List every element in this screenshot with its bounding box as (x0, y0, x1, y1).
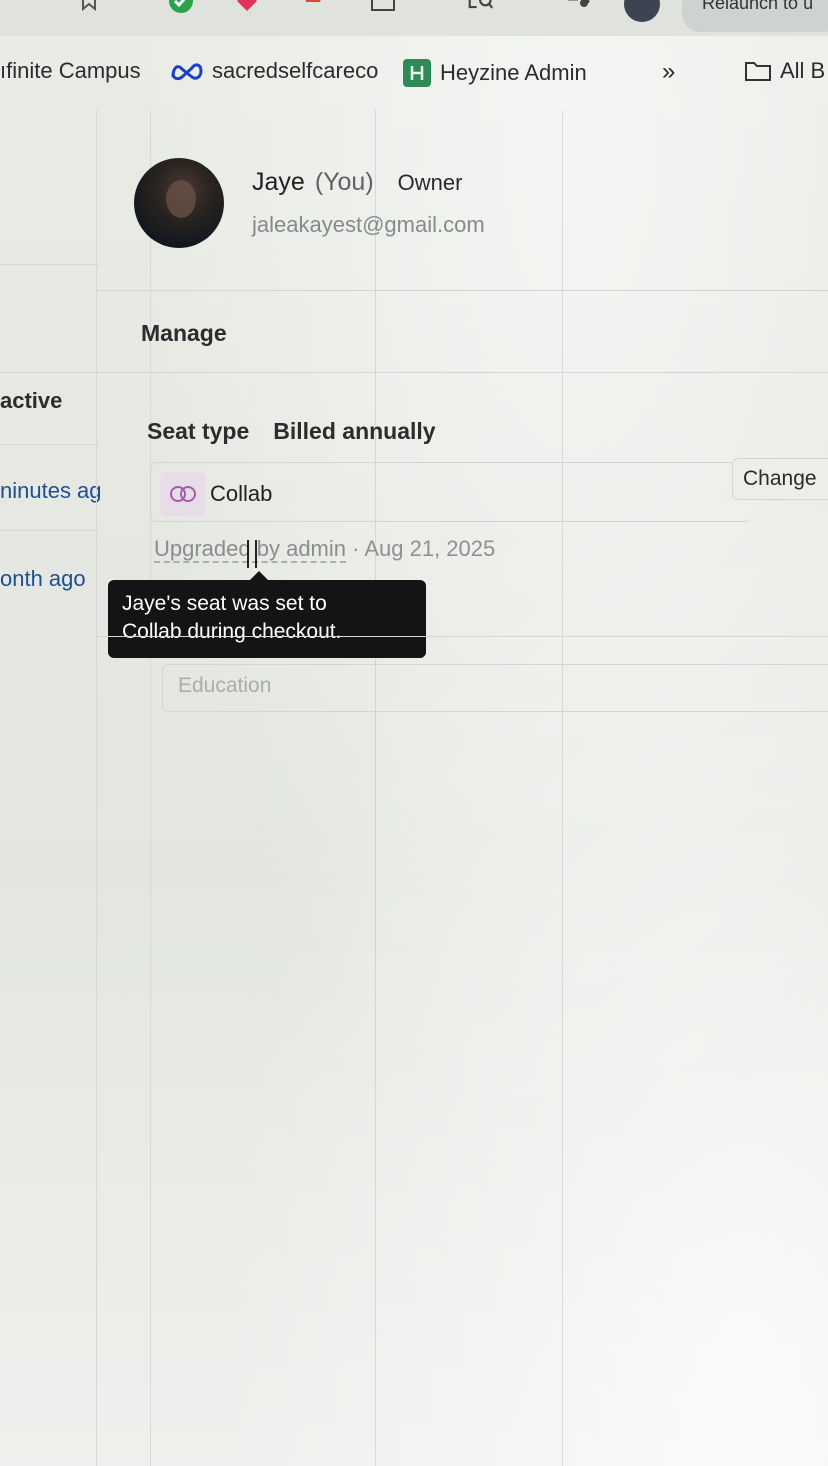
upgrade-history[interactable]: Upgraded by admin · Aug 21, 2025 (154, 536, 496, 563)
bookmarks-overflow-button[interactable]: » (662, 58, 675, 86)
meta-icon (170, 61, 204, 81)
upgrade-tooltip: Jaye's seat was set to Collab during che… (108, 571, 426, 658)
separator: · (346, 536, 365, 561)
change-seat-button[interactable]: Change (732, 458, 828, 500)
all-bookmarks-label: All B (780, 58, 826, 83)
relaunch-button[interactable]: Relaunch to u (682, 0, 828, 32)
text-cursor-icon (247, 540, 257, 568)
role-badge: Owner (397, 170, 463, 195)
bookmark-icon[interactable] (76, 0, 102, 14)
last-active-time: ninutes ag (0, 478, 102, 503)
window-icon[interactable] (370, 0, 396, 14)
row-divider (0, 530, 100, 531)
flag-icon[interactable] (302, 0, 328, 14)
section-divider (96, 636, 828, 637)
joined-time: onth ago (0, 566, 86, 591)
profile-avatar-icon[interactable] (624, 0, 660, 22)
media-icon[interactable] (566, 0, 592, 14)
bookmark-sacredselfcareco[interactable]: sacredselfcareco (170, 58, 378, 84)
overflow-label: » (662, 58, 676, 85)
section-divider (96, 290, 828, 291)
seat-type-row: Seat type Billed annually (147, 418, 436, 445)
member-email: jaleakayest@gmail.com (252, 212, 485, 237)
row-divider (0, 444, 100, 445)
member-name: Jaye (252, 168, 305, 196)
bookmarks-bar: ıfinite Campus sacredselfcareco Heyzine … (0, 44, 828, 100)
seat-name: Collab (210, 481, 273, 506)
lens-icon[interactable] (468, 0, 494, 14)
billing-cycle: Billed annually (273, 418, 436, 444)
bookmark-infinite-campus[interactable]: ıfinite Campus (0, 58, 141, 84)
seat-type-label: Seat type (147, 418, 250, 444)
bookmark-label: Heyzine Admin (440, 60, 587, 85)
relaunch-label: Relaunch to u (702, 0, 814, 13)
member-detail-panel (96, 110, 828, 1466)
all-bookmarks-button[interactable]: All B (744, 58, 825, 84)
tooltip-line-2: Collab during checkout. (122, 620, 342, 643)
section-divider (96, 372, 828, 373)
you-tag: (You) (314, 168, 374, 196)
tooltip-line-1: Jaye's seat was set to (122, 592, 327, 615)
bookmark-label: ıfinite Campus (0, 58, 141, 83)
member-status: active (0, 388, 63, 413)
browser-toolbar: Relaunch to u (0, 0, 828, 36)
upgrade-date: Aug 21, 2025 (364, 536, 496, 561)
collab-rings-icon (160, 472, 206, 516)
row-divider (0, 264, 100, 265)
education-placeholder: Education (178, 674, 272, 697)
change-label: Change (743, 467, 817, 490)
member-avatar (134, 158, 224, 248)
folder-icon (744, 60, 772, 82)
check-shield-icon[interactable] (168, 0, 194, 14)
member-name-row: Jaye (You) Owner (252, 168, 462, 197)
heyzine-icon (402, 58, 432, 88)
extension-icon[interactable] (234, 0, 260, 14)
bookmark-label: sacredselfcareco (212, 58, 379, 83)
row-divider (0, 372, 100, 373)
manage-heading: Manage (141, 320, 227, 346)
bookmark-heyzine-admin[interactable]: Heyzine Admin (402, 58, 587, 88)
